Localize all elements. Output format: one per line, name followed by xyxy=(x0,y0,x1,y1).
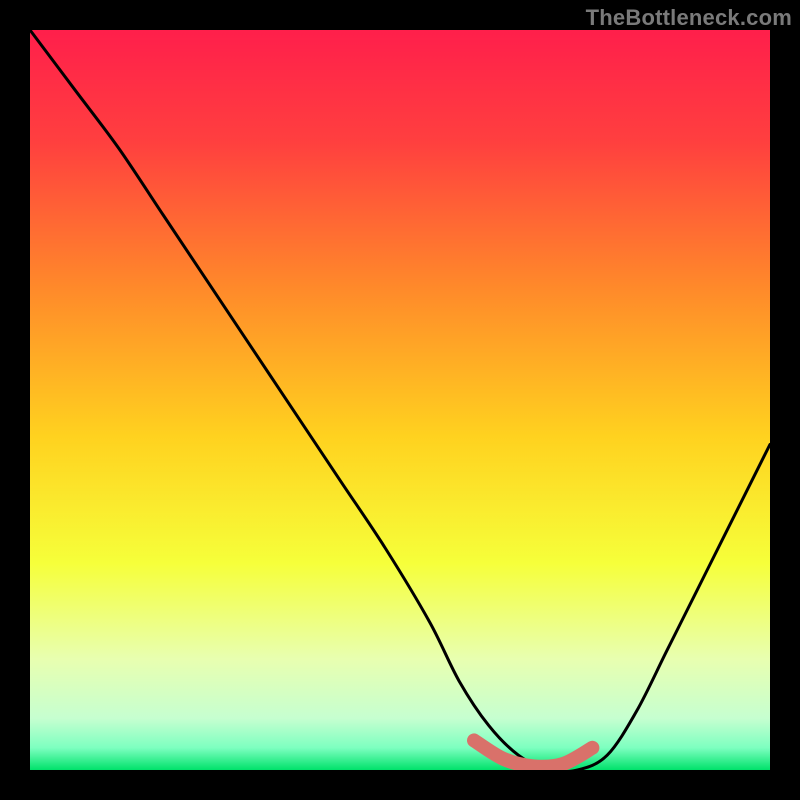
watermark-text: TheBottleneck.com xyxy=(586,5,792,31)
bottleneck-chart xyxy=(30,30,770,770)
gradient-background xyxy=(30,30,770,770)
chart-frame xyxy=(30,30,770,770)
